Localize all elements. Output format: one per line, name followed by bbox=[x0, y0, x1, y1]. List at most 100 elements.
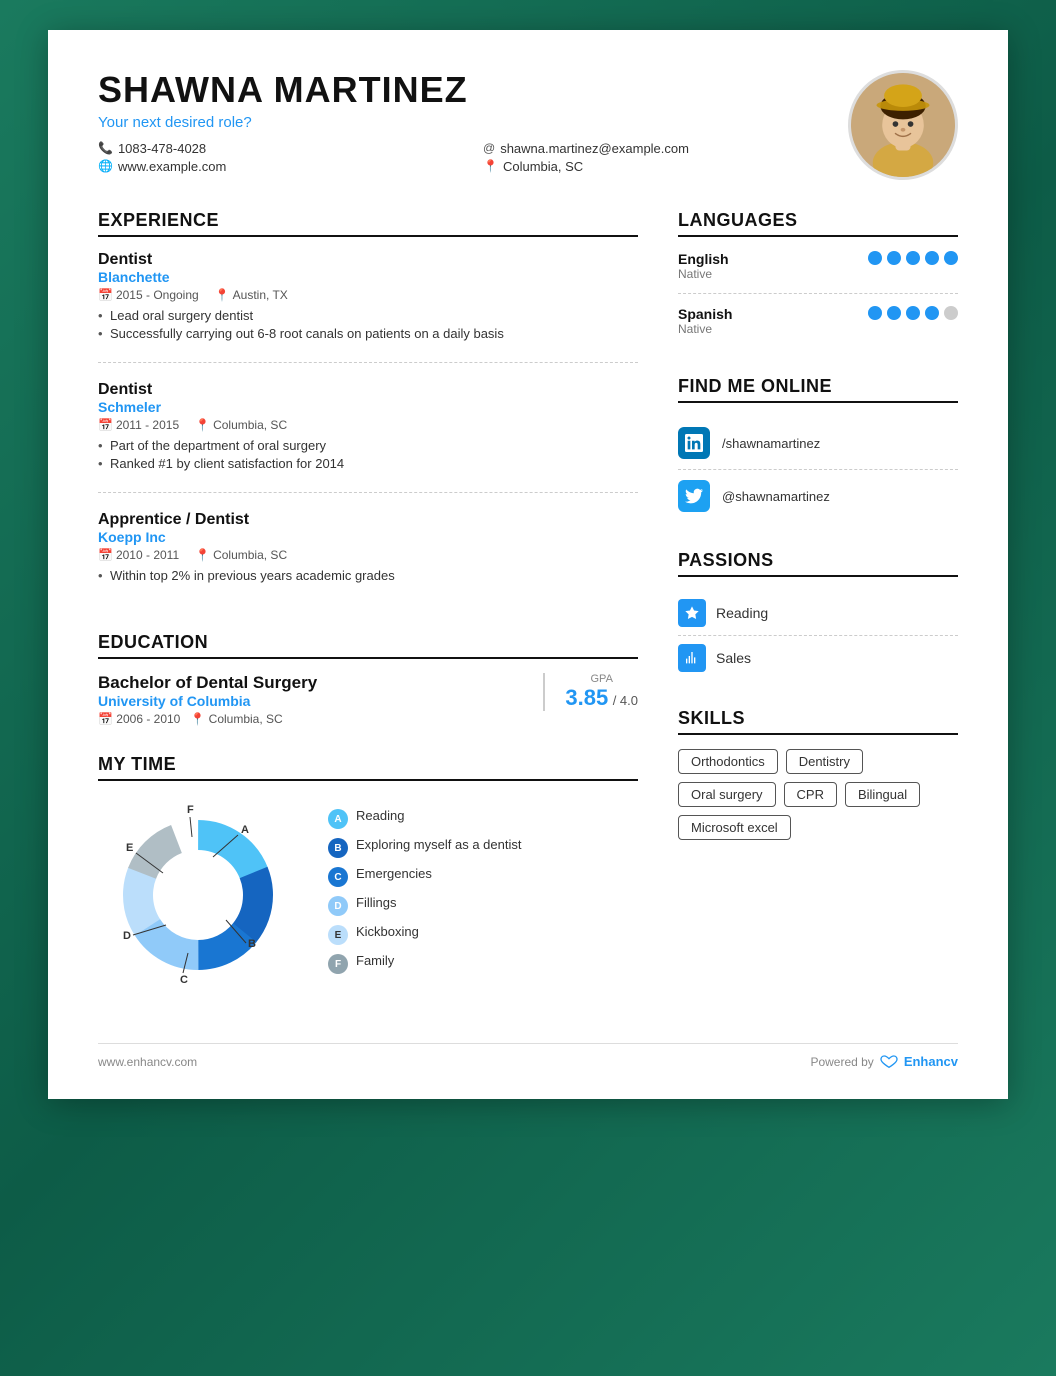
email-icon: @ bbox=[483, 141, 495, 155]
calendar-icon-2: 📅 bbox=[98, 418, 113, 432]
book-icon bbox=[678, 599, 706, 627]
dot-4 bbox=[925, 251, 939, 265]
exp-bullets-3: Within top 2% in previous years academic… bbox=[98, 568, 638, 583]
exp-meta-1: 📅 2015 - Ongoing 📍 Austin, TX bbox=[98, 288, 638, 302]
legend-circle-B: B bbox=[328, 838, 348, 858]
online-section: FIND ME ONLINE /shawnamartinez bbox=[678, 376, 958, 522]
footer-right: Powered by Enhancv bbox=[810, 1054, 958, 1069]
svg-text:E: E bbox=[126, 842, 133, 854]
footer-website: www.enhancv.com bbox=[98, 1055, 197, 1069]
linkedin-icon bbox=[678, 427, 710, 459]
mytime-content: A B C D E bbox=[98, 795, 638, 995]
legend-circle-F: F bbox=[328, 954, 348, 974]
mytime-legend: A Reading B Exploring myself as a dentis… bbox=[328, 808, 638, 982]
sdot-1 bbox=[868, 306, 882, 320]
contact-info: 📞 1083-478-4028 @ shawna.martinez@exampl… bbox=[98, 141, 848, 174]
edu-left: Bachelor of Dental Surgery University of… bbox=[98, 673, 317, 726]
lang-english-dots bbox=[868, 251, 958, 265]
calendar-icon-edu: 📅 bbox=[98, 712, 113, 726]
legend-circle-A: A bbox=[328, 809, 348, 829]
exp-location-3: 📍 Columbia, SC bbox=[195, 548, 287, 562]
legend-text-F: Family bbox=[356, 953, 394, 968]
legend-circle-C: C bbox=[328, 867, 348, 887]
website-contact: 🌐 www.example.com bbox=[98, 159, 463, 174]
legend-B: B Exploring myself as a dentist bbox=[328, 837, 638, 858]
sdot-4 bbox=[925, 306, 939, 320]
pin-icon-edu: 📍 bbox=[190, 712, 205, 726]
edu-gpa: GPA 3.85 / 4.0 bbox=[543, 673, 638, 711]
legend-circle-D: D bbox=[328, 896, 348, 916]
education-item: Bachelor of Dental Surgery University of… bbox=[98, 673, 638, 726]
phone-contact: 📞 1083-478-4028 bbox=[98, 141, 463, 156]
pin-icon-2: 📍 bbox=[195, 418, 210, 432]
dot-5 bbox=[944, 251, 958, 265]
experience-section: EXPERIENCE Dentist Blanchette 📅 2015 - O… bbox=[98, 210, 638, 604]
legend-C: C Emergencies bbox=[328, 866, 638, 887]
experience-title: EXPERIENCE bbox=[98, 210, 638, 237]
skill-oral-surgery: Oral surgery bbox=[678, 782, 776, 807]
edu-meta: 📅 2006 - 2010 📍 Columbia, SC bbox=[98, 712, 317, 726]
lang-english-info: English Native bbox=[678, 251, 729, 281]
legend-circle-E: E bbox=[328, 925, 348, 945]
skills-title: SKILLS bbox=[678, 708, 958, 735]
legend-text-E: Kickboxing bbox=[356, 924, 419, 939]
exp-bullets-1: Lead oral surgery dentist Successfully c… bbox=[98, 308, 638, 341]
skills-section: SKILLS Orthodontics Dentistry Oral surge… bbox=[678, 708, 958, 840]
gpa-value-row: 3.85 / 4.0 bbox=[565, 685, 638, 711]
exp-meta-3: 📅 2010 - 2011 📍 Columbia, SC bbox=[98, 548, 638, 562]
exp-company-1: Blanchette bbox=[98, 269, 638, 285]
powered-by-label: Powered by bbox=[810, 1055, 873, 1069]
header-left: SHAWNA MARTINEZ Your next desired role? … bbox=[98, 70, 848, 174]
twitter-icon bbox=[678, 480, 710, 512]
email-address: shawna.martinez@example.com bbox=[500, 141, 689, 156]
desired-role: Your next desired role? bbox=[98, 114, 848, 131]
lang-spanish-name: Spanish bbox=[678, 306, 732, 322]
exp-item-3: Apprentice / Dentist Koepp Inc 📅 2010 - … bbox=[98, 511, 638, 604]
skills-grid: Orthodontics Dentistry Oral surgery CPR … bbox=[678, 749, 958, 840]
enhancv-brand: Enhancv bbox=[904, 1054, 958, 1069]
exp-company-3: Koepp Inc bbox=[98, 529, 638, 545]
avatar bbox=[848, 70, 958, 180]
skill-microsoft-excel: Microsoft excel bbox=[678, 815, 791, 840]
website-url: www.example.com bbox=[118, 159, 226, 174]
header: SHAWNA MARTINEZ Your next desired role? … bbox=[98, 70, 958, 180]
languages-title: LANGUAGES bbox=[678, 210, 958, 237]
legend-text-D: Fillings bbox=[356, 895, 396, 910]
main-layout: EXPERIENCE Dentist Blanchette 📅 2015 - O… bbox=[98, 210, 958, 1023]
exp-location-1: 📍 Austin, TX bbox=[215, 288, 288, 302]
sdot-5 bbox=[944, 306, 958, 320]
calendar-icon-3: 📅 bbox=[98, 548, 113, 562]
bullet-2-1: Part of the department of oral surgery bbox=[98, 438, 638, 453]
gpa-max: / 4.0 bbox=[613, 693, 638, 708]
exp-title-1: Dentist bbox=[98, 251, 638, 269]
exp-location-2: 📍 Columbia, SC bbox=[195, 418, 287, 432]
location-icon: 📍 bbox=[483, 159, 498, 173]
legend-text-B: Exploring myself as a dentist bbox=[356, 837, 521, 852]
dot-2 bbox=[887, 251, 901, 265]
lang-spanish-info: Spanish Native bbox=[678, 306, 732, 336]
legend-F: F Family bbox=[328, 953, 638, 974]
calendar-icon-1: 📅 bbox=[98, 288, 113, 302]
left-column: EXPERIENCE Dentist Blanchette 📅 2015 - O… bbox=[98, 210, 638, 1023]
exp-item-1: Dentist Blanchette 📅 2015 - Ongoing 📍 Au… bbox=[98, 251, 638, 363]
email-contact: @ shawna.martinez@example.com bbox=[483, 141, 848, 156]
lang-english-level: Native bbox=[678, 267, 729, 281]
lang-spanish: Spanish Native bbox=[678, 306, 958, 348]
legend-D: D Fillings bbox=[328, 895, 638, 916]
bullet-2-2: Ranked #1 by client satisfaction for 201… bbox=[98, 456, 638, 471]
gpa-label: GPA bbox=[565, 673, 638, 685]
legend-text-A: Reading bbox=[356, 808, 404, 823]
location-contact: 📍 Columbia, SC bbox=[483, 159, 848, 174]
edu-degree: Bachelor of Dental Surgery bbox=[98, 673, 317, 693]
exp-bullets-2: Part of the department of oral surgery R… bbox=[98, 438, 638, 471]
edu-dates: 📅 2006 - 2010 bbox=[98, 712, 180, 726]
sdot-2 bbox=[887, 306, 901, 320]
svg-text:B: B bbox=[248, 938, 256, 950]
lang-english: English Native bbox=[678, 251, 958, 294]
legend-A: A Reading bbox=[328, 808, 638, 829]
skill-cpr: CPR bbox=[784, 782, 837, 807]
bullet-1-1: Lead oral surgery dentist bbox=[98, 308, 638, 323]
exp-dates-1: 📅 2015 - Ongoing bbox=[98, 288, 199, 302]
full-name: SHAWNA MARTINEZ bbox=[98, 70, 848, 110]
svg-text:F: F bbox=[187, 804, 194, 816]
